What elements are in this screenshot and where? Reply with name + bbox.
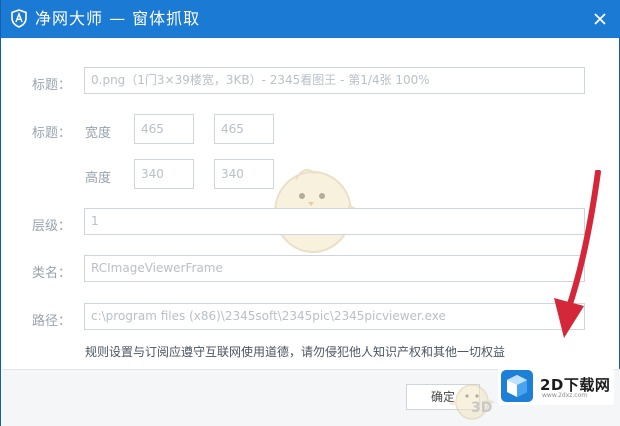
title-label: 标题： [32,78,72,93]
cube-logo-icon [501,370,533,402]
class-label: 类名： [32,266,72,281]
capture-window: 净网大师 — 窗体抓取 标题： 0.png（1门3×39楼宽，3KB）- 234… [0,0,620,426]
site-domain: www.2dxz.com [542,392,588,399]
size-label: 标题： [32,126,72,141]
level-label: 层级： [32,219,72,234]
title-bar[interactable]: 净网大师 — 窗体抓取 [1,0,620,38]
close-icon [594,13,606,25]
height-field-2[interactable]: 340 [214,159,274,189]
height-label: 高度 [85,171,112,186]
class-field[interactable]: RCImageViewerFrame [84,255,585,282]
usage-note: 规则设置与订阅应遵守互联网使用道德，请勿侵犯他人知识产权和其他一切权益 [85,345,506,359]
window-title: 净网大师 — 窗体抓取 [35,9,201,28]
close-button[interactable] [589,8,611,30]
path-field[interactable]: c:\program files (x86)\2345soft\2345pic\… [84,303,585,330]
width-label: 宽度 [85,126,112,141]
width-field-1[interactable]: 465 [134,114,194,144]
site-logo: 2D下载网 www.2dxz.com [498,367,614,405]
width-field-2[interactable]: 465 [214,114,274,144]
red-arrow-icon [554,170,601,338]
watermark-text: 3D [471,400,493,416]
path-label: 路径： [32,314,72,329]
level-field[interactable]: 1 [84,208,585,235]
height-field-1[interactable]: 340 [134,159,194,189]
shield-icon [10,9,28,28]
title-field[interactable]: 0.png（1门3×39楼宽，3KB）- 2345看图王 - 第1/4张 100… [84,67,585,94]
